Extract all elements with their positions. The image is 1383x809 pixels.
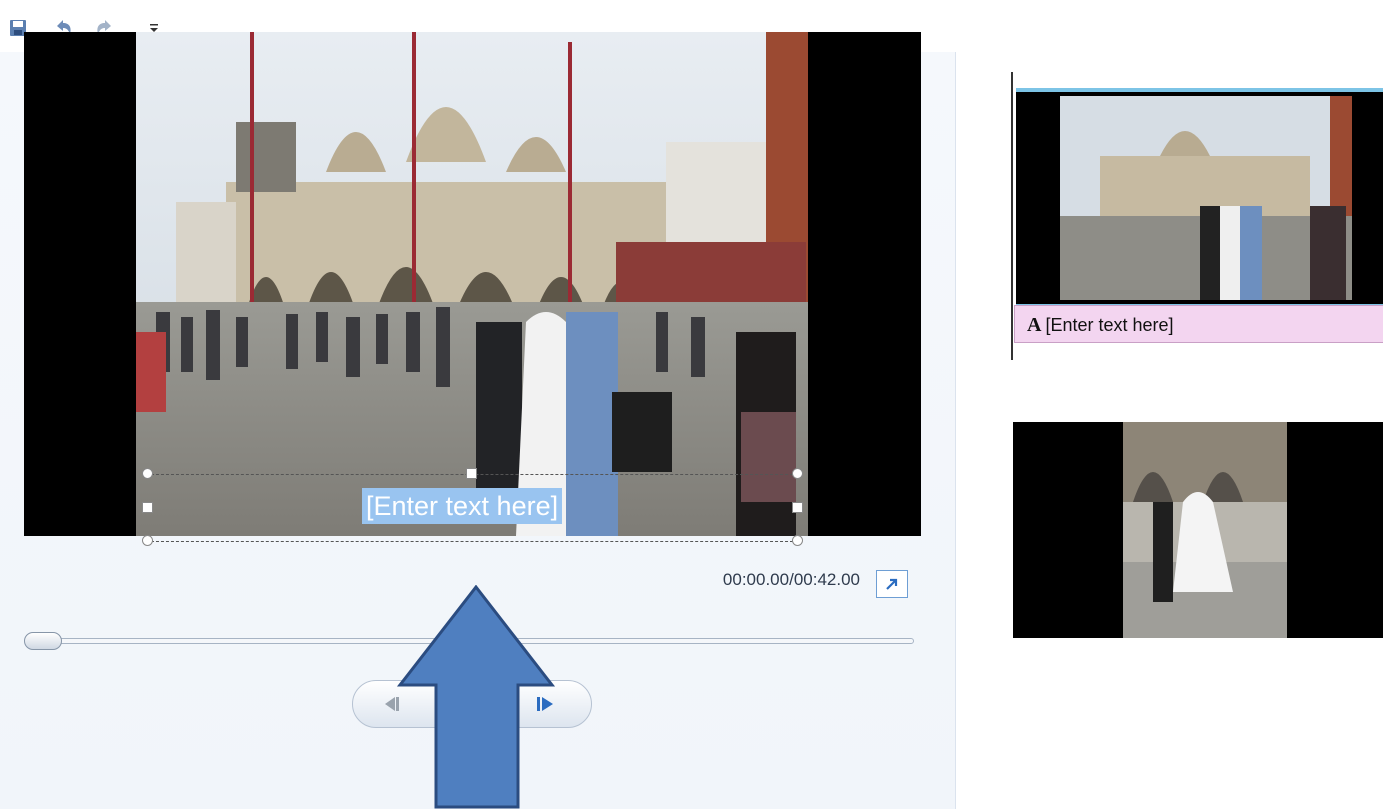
clip-thumbnail: [1060, 96, 1352, 300]
up-arrow-icon: [396, 585, 556, 809]
resize-handle[interactable]: [142, 468, 153, 479]
resize-handle[interactable]: [142, 502, 153, 513]
clip-caption-bar[interactable]: A [Enter text here]: [1014, 305, 1383, 343]
video-preview[interactable]: [24, 32, 921, 536]
storyboard-clip-1[interactable]: [1016, 88, 1383, 308]
resize-handle[interactable]: [466, 468, 477, 479]
resize-handle[interactable]: [792, 468, 803, 479]
clip-thumbnail: [1123, 422, 1287, 638]
caption-text-editor[interactable]: [Enter text here]: [362, 488, 563, 524]
storyboard-clip-2[interactable]: [1013, 422, 1383, 638]
preview-image: [136, 32, 808, 536]
clip-caption-text: [Enter text here]: [1045, 315, 1174, 335]
text-caption-icon: A: [1027, 314, 1042, 336]
expand-icon: [886, 578, 898, 590]
playhead-indicator: [1011, 72, 1013, 360]
time-readout: 00:00.00/00:42.00: [722, 570, 860, 589]
resize-handle[interactable]: [792, 502, 803, 513]
resize-handle[interactable]: [142, 535, 153, 546]
resize-handle[interactable]: [792, 535, 803, 546]
seek-thumb[interactable]: [24, 632, 62, 650]
fullscreen-button[interactable]: [876, 570, 908, 598]
